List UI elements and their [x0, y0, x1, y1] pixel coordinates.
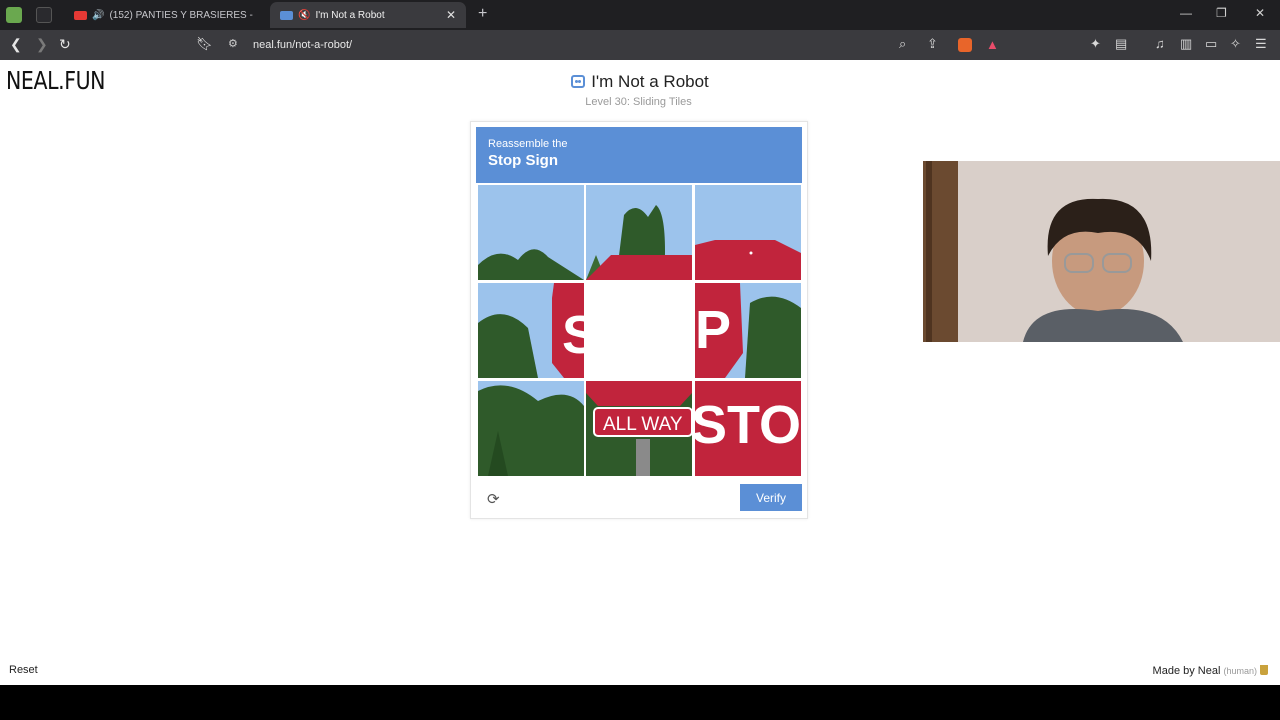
tab-title: (152) PANTIES Y BRASIERES - You — [109, 9, 254, 21]
svg-text:P: P — [695, 300, 731, 360]
sidebar-icon[interactable]: ▥ — [1180, 36, 1192, 52]
media-icon[interactable]: ♫ — [1155, 36, 1165, 51]
puzzle-tile[interactable] — [586, 185, 692, 280]
svg-text:STO: STO — [695, 395, 801, 455]
menu-icon[interactable]: ☰ — [1255, 36, 1267, 52]
new-tab-icon[interactable]: + — [478, 5, 487, 23]
page-title: I'm Not a Robot — [0, 72, 1280, 92]
zoom-icon[interactable]: ⌕ — [899, 36, 906, 52]
wallet-icon[interactable]: ▭ — [1205, 36, 1217, 52]
reset-button[interactable]: Reset — [9, 664, 38, 676]
youtube-icon — [74, 10, 87, 20]
browser-tab-bar: 🔊 (152) PANTIES Y BRASIERES - You 🔇 I'm … — [0, 0, 1280, 30]
tab-title: I'm Not a Robot — [315, 9, 385, 21]
close-tab-icon[interactable]: ✕ — [446, 8, 456, 22]
svg-text:S: S — [562, 305, 584, 365]
captcha-header: Reassemble the Stop Sign — [476, 127, 802, 183]
captcha-widget: Reassemble the Stop Sign S P ALL WAY STO… — [470, 121, 808, 519]
reload-icon[interactable]: ↻ — [59, 36, 71, 53]
restore-icon[interactable]: ❐ — [1216, 6, 1227, 20]
svg-text:ALL WAY: ALL WAY — [603, 414, 683, 435]
tab-youtube[interactable]: 🔊 (152) PANTIES Y BRASIERES - You — [64, 2, 264, 28]
robot-icon — [571, 75, 586, 88]
profile-icon[interactable] — [36, 7, 52, 23]
puzzle-tile[interactable] — [695, 185, 801, 280]
refresh-icon[interactable]: ⟳ — [487, 490, 505, 508]
tab-not-a-robot[interactable]: 🔇 I'm Not a Robot ✕ — [270, 2, 466, 28]
credit[interactable]: Made by Neal (human) — [1153, 665, 1268, 677]
puzzle-tile[interactable] — [478, 185, 584, 280]
speaker-icon[interactable]: 🔊 — [92, 10, 104, 21]
brave-rewards-icon[interactable]: ▲ — [986, 37, 999, 52]
address-bar[interactable]: ⚙ neal.fun/not-a-robot/ — [220, 33, 1010, 57]
forward-icon[interactable]: ❯ — [36, 36, 48, 53]
puzzle-tile[interactable]: ALL WAY — [586, 381, 692, 476]
bookmark-icon[interactable]: 🔖︎ — [196, 36, 213, 52]
credit-note: (human) — [1223, 666, 1257, 676]
leo-ai-icon[interactable]: ✧ — [1230, 36, 1241, 52]
robot-icon — [280, 10, 293, 20]
credit-text: Made by Neal — [1152, 665, 1221, 677]
url-text[interactable]: neal.fun/not-a-robot/ — [253, 39, 352, 51]
captcha-instruction: Reassemble the — [488, 138, 568, 150]
captcha-footer: ⟳ Verify — [476, 484, 802, 514]
share-icon[interactable]: ⇪ — [927, 36, 938, 52]
empty-slot — [586, 283, 692, 378]
puzzle-tile[interactable]: P — [695, 283, 801, 378]
extensions-icon[interactable]: ✦ — [1090, 36, 1101, 52]
puzzle-tile[interactable] — [478, 381, 584, 476]
browser-toolbar: ❮ ❯ ↻ 🔖︎ ⚙ neal.fun/not-a-robot/ ⌕ ⇪ ▲ ✦… — [0, 30, 1280, 60]
page-title-text: I'm Not a Robot — [591, 72, 709, 91]
reader-icon[interactable]: ▤ — [1115, 36, 1127, 52]
coffee-icon — [1260, 665, 1268, 675]
close-window-icon[interactable]: ✕ — [1255, 6, 1265, 20]
muted-speaker-icon[interactable]: 🔇 — [298, 10, 310, 21]
level-subtitle: Level 30: Sliding Tiles — [585, 96, 692, 108]
puzzle-tile[interactable]: STO — [695, 381, 801, 476]
minimize-icon[interactable]: — — [1180, 6, 1192, 20]
site-settings-icon[interactable]: ⚙ — [228, 37, 238, 50]
webcam-overlay — [923, 161, 1280, 342]
back-icon[interactable]: ❮ — [10, 36, 22, 53]
download-icon[interactable] — [6, 7, 22, 23]
page-content: NEAL.FUN I'm Not a Robot Level 30: Slidi… — [0, 60, 1280, 685]
puzzle-tile[interactable]: S — [478, 283, 584, 378]
captcha-target: Stop Sign — [488, 152, 558, 169]
brave-shields-icon[interactable] — [958, 38, 972, 52]
verify-button[interactable]: Verify — [740, 484, 802, 511]
sliding-puzzle-grid: S P ALL WAY STO — [477, 185, 802, 478]
